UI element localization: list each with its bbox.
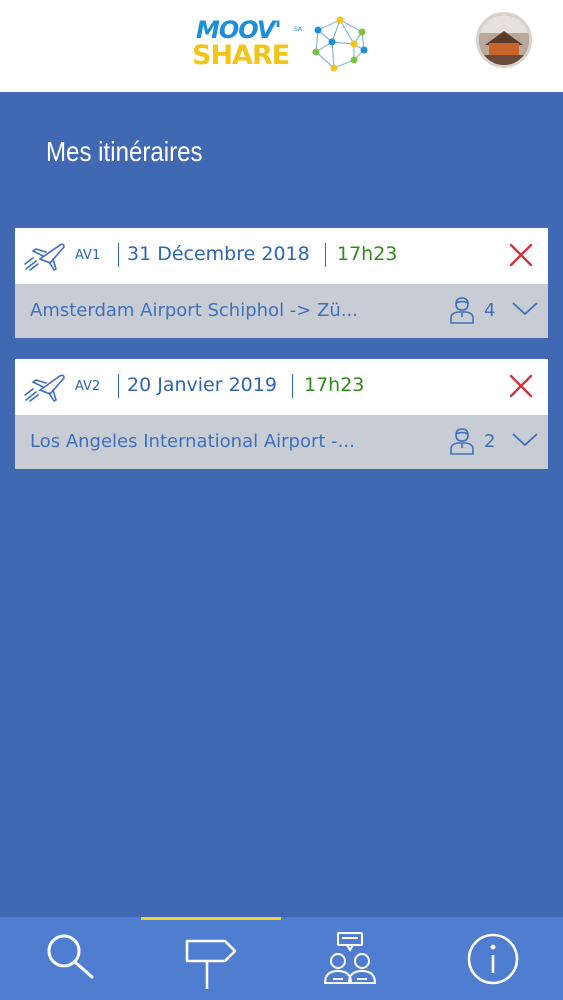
itinerary-header: AV1 31 Décembre 2018 17h23 <box>15 228 548 284</box>
itinerary-route: Los Angeles International Airport -... <box>30 431 355 452</box>
search-icon <box>47 934 94 979</box>
tab-info[interactable] <box>423 917 563 1000</box>
chevron-down-icon[interactable] <box>511 301 539 317</box>
itinerary-time: 17h23 <box>337 243 398 265</box>
close-icon[interactable] <box>508 242 534 268</box>
itinerary-header: AV2 20 Janvier 2019 17h23 <box>15 359 548 415</box>
signpost-icon <box>185 939 237 989</box>
itinerary-card[interactable]: AV2 20 Janvier 2019 17h23 Los Angeles In… <box>15 359 548 469</box>
flight-code: AV1 <box>75 248 101 263</box>
itinerary-date: 31 Décembre 2018 <box>127 243 310 265</box>
passenger-count: 2 <box>484 431 496 452</box>
divider <box>325 243 326 267</box>
plane-icon <box>24 374 65 402</box>
tab-search[interactable] <box>0 917 140 1000</box>
chat-people-icon <box>323 932 377 984</box>
app-logo: MOOV' SA SHARE <box>190 14 370 74</box>
page-title: Mes itinéraires <box>46 136 203 167</box>
passenger-icon <box>450 428 474 455</box>
app-header: MOOV' SA SHARE <box>0 0 563 92</box>
itinerary-date: 20 Janvier 2019 <box>127 374 277 396</box>
itinerary-details-row[interactable]: Los Angeles International Airport -... 2 <box>15 415 548 469</box>
flight-code: AV2 <box>75 379 101 394</box>
divider <box>118 243 119 267</box>
tab-itineraries[interactable] <box>141 917 281 1000</box>
divider <box>292 374 293 398</box>
itinerary-route: Amsterdam Airport Schiphol -> Zü... <box>30 300 358 321</box>
itinerary-time: 17h23 <box>304 374 365 396</box>
passenger-count: 4 <box>484 300 496 321</box>
plane-icon <box>24 243 65 271</box>
close-icon[interactable] <box>508 373 534 399</box>
logo-share: SHARE <box>192 40 290 71</box>
network-globe-icon <box>312 16 368 72</box>
main-content: Mes itinéraires AV1 31 Décembre 2018 17h… <box>0 92 563 917</box>
logo-sa: SA <box>294 26 303 33</box>
itinerary-card[interactable]: AV1 31 Décembre 2018 17h23 Amsterdam Air… <box>15 228 548 338</box>
passenger-icon <box>450 297 474 324</box>
tab-community[interactable] <box>282 917 422 1000</box>
itinerary-details-row[interactable]: Amsterdam Airport Schiphol -> Zü... 4 <box>15 284 548 338</box>
divider <box>118 374 119 398</box>
bottom-tab-bar <box>0 917 563 1000</box>
chevron-down-icon[interactable] <box>511 432 539 448</box>
info-icon <box>467 933 519 985</box>
avatar-image <box>479 15 529 65</box>
user-avatar[interactable] <box>476 12 532 68</box>
